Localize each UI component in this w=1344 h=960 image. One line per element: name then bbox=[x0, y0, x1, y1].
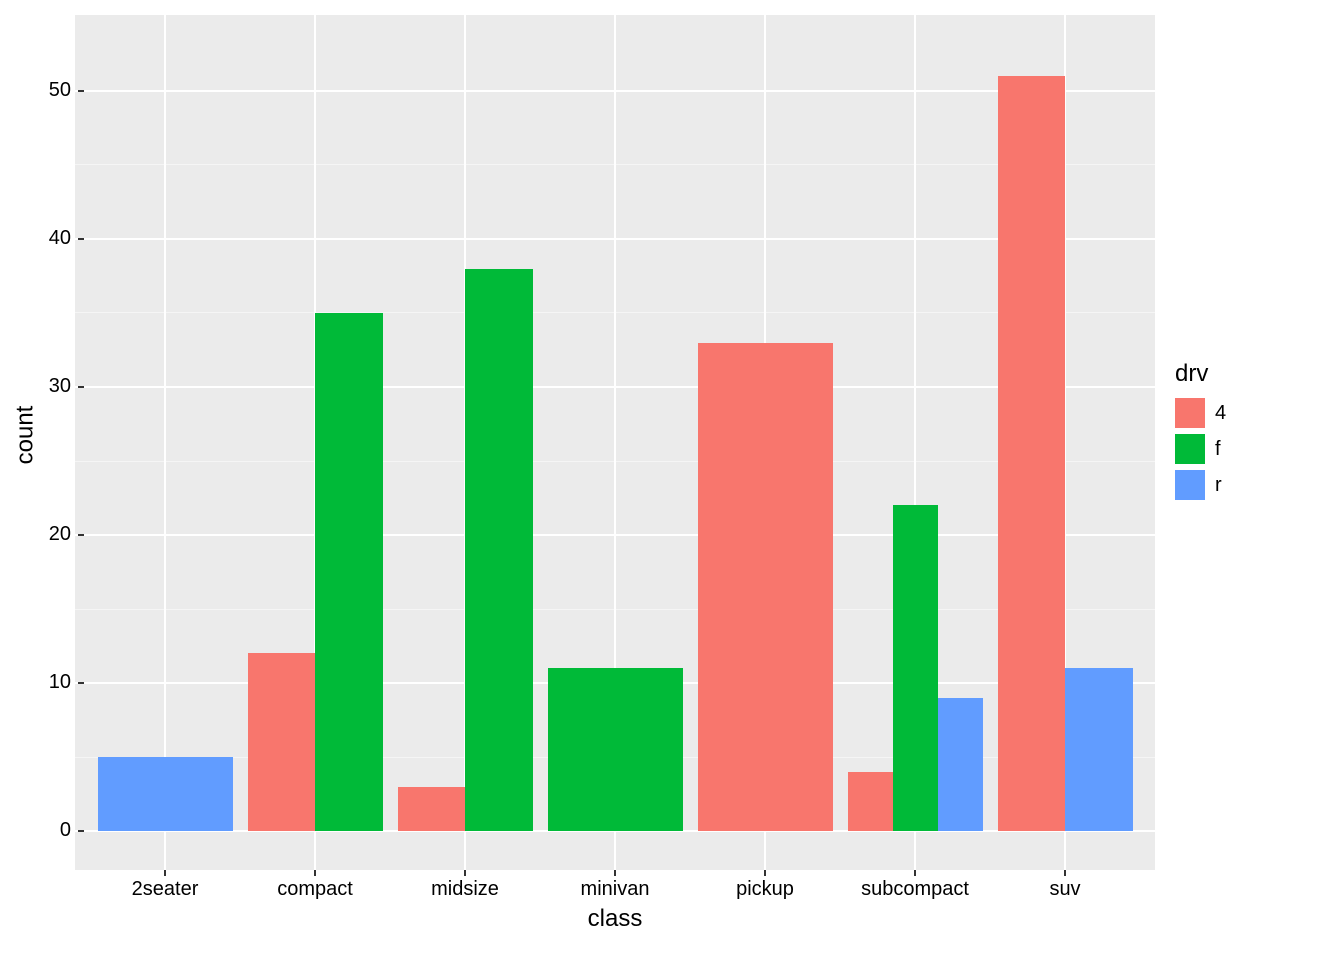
bar bbox=[465, 269, 533, 832]
y-tick: 50 bbox=[75, 91, 81, 97]
chart-container: count class 01020304050 2seatercompactmi… bbox=[0, 0, 1344, 960]
bar bbox=[248, 653, 316, 831]
x-tick-label: subcompact bbox=[861, 878, 969, 901]
legend-swatch bbox=[1175, 470, 1205, 500]
legend-title: drv bbox=[1175, 360, 1226, 388]
bar bbox=[1065, 668, 1133, 831]
bar bbox=[398, 787, 466, 831]
x-tick-label: midsize bbox=[431, 878, 499, 901]
y-tick-label: 10 bbox=[31, 671, 71, 694]
x-axis-title: class bbox=[75, 905, 1155, 933]
bar bbox=[893, 505, 938, 831]
y-tick: 10 bbox=[75, 683, 81, 689]
legend-swatch bbox=[1175, 434, 1205, 464]
legend: drv 4 fr bbox=[1175, 360, 1226, 506]
x-tick-label: minivan bbox=[581, 878, 650, 901]
y-tick-label: 30 bbox=[31, 375, 71, 398]
gridline-x-major bbox=[164, 15, 166, 870]
x-tick-label: 2seater bbox=[132, 878, 199, 901]
y-axis-title: count bbox=[10, 0, 40, 870]
bar bbox=[698, 343, 833, 832]
x-tick-label: compact bbox=[277, 878, 353, 901]
bar bbox=[998, 76, 1066, 831]
plot-panel bbox=[75, 15, 1155, 870]
legend-item: r bbox=[1175, 470, 1226, 500]
legend-item: f bbox=[1175, 434, 1226, 464]
legend-swatch bbox=[1175, 398, 1205, 428]
bar bbox=[938, 698, 983, 831]
bar bbox=[548, 668, 683, 831]
x-axis-title-text: class bbox=[588, 905, 643, 932]
y-tick-label: 0 bbox=[31, 819, 71, 842]
legend-label: f bbox=[1215, 438, 1221, 461]
bar bbox=[315, 313, 383, 831]
bar bbox=[98, 757, 233, 831]
legend-label: 4 bbox=[1215, 402, 1226, 425]
legend-swatch-color bbox=[1175, 398, 1205, 428]
x-tick-label: suv bbox=[1049, 878, 1080, 901]
y-tick: 40 bbox=[75, 239, 81, 245]
legend-items: 4 fr bbox=[1175, 398, 1226, 500]
y-tick-label: 40 bbox=[31, 227, 71, 250]
y-axis-title-text: count bbox=[11, 406, 39, 465]
legend-item: 4 bbox=[1175, 398, 1226, 428]
y-tick: 0 bbox=[75, 831, 81, 837]
y-tick: 20 bbox=[75, 535, 81, 541]
y-tick-label: 20 bbox=[31, 523, 71, 546]
legend-swatch-color bbox=[1175, 434, 1205, 464]
x-tick-label: pickup bbox=[736, 878, 794, 901]
bar bbox=[848, 772, 893, 831]
y-tick: 30 bbox=[75, 387, 81, 393]
legend-label: r bbox=[1215, 474, 1222, 497]
legend-swatch-color bbox=[1175, 470, 1205, 500]
y-tick-label: 50 bbox=[31, 79, 71, 102]
